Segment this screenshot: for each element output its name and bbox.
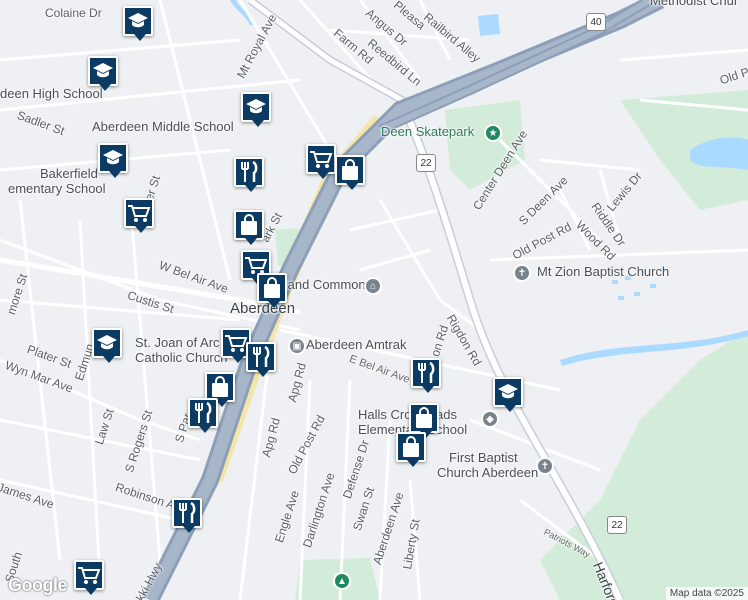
school-marker[interactable]: [493, 377, 525, 413]
park-tree-icon[interactable]: ▲: [333, 572, 351, 590]
restaurant-icon: [251, 346, 271, 368]
shopping-cart-icon: [224, 333, 248, 353]
interstate-40-shield: 40: [586, 13, 606, 31]
shopping-bag-icon: [340, 159, 360, 181]
shopping-bag-marker[interactable]: [257, 273, 289, 309]
shopping-cart-icon: [127, 203, 151, 223]
place-st-joan-label-2: Catholic Church: [135, 350, 228, 365]
place-first-baptist-label-2: Church Aberdeen: [437, 465, 539, 480]
school-icon: [102, 148, 124, 168]
restaurant-marker[interactable]: [188, 398, 220, 434]
school-icon: [245, 97, 267, 117]
train-station-icon[interactable]: ▣: [288, 337, 306, 355]
place-aberdeen-amtrak: Aberdeen Amtrak: [306, 337, 407, 352]
school-marker[interactable]: [241, 92, 273, 128]
place-first-baptist-label-1: First Baptist: [449, 450, 518, 465]
shopping-bag-icon: [262, 277, 282, 299]
church-icon-first-baptist[interactable]: ✝: [536, 457, 554, 475]
street-colaine-dr: Colaine Dr: [45, 6, 102, 20]
place-mt-zion-baptist-church: Mt Zion Baptist Church: [537, 264, 670, 279]
church-icon[interactable]: ✝: [513, 264, 531, 282]
shopping-cart-marker[interactable]: [306, 144, 338, 180]
restaurant-marker[interactable]: [234, 157, 266, 193]
restaurant-marker[interactable]: [246, 342, 278, 378]
shopping-bag-marker[interactable]: [335, 155, 367, 191]
school-icon: [127, 11, 149, 31]
restaurant-icon: [416, 362, 436, 384]
place-halls-label-1: Halls Crossroads: [358, 407, 457, 422]
route-22-shield: 22: [416, 154, 436, 172]
place-deen-skatepark: Deen Skatepark: [381, 124, 475, 139]
school-marker[interactable]: [123, 6, 155, 42]
shopping-cart-icon: [244, 255, 268, 275]
restaurant-icon: [193, 402, 213, 424]
school-marker[interactable]: [98, 143, 130, 179]
place-methodist-church: Methodist Chur: [650, 0, 739, 8]
shopping-bag-icon: [239, 214, 259, 236]
place-st-joan-label-1: St. Joan of Arc: [135, 335, 220, 350]
shopping-bag-icon: [414, 407, 434, 429]
shopping-bag-marker[interactable]: [396, 432, 428, 468]
shopping-bag-icon: [210, 376, 230, 398]
school-icon: [92, 61, 114, 81]
restaurant-icon: [177, 502, 197, 524]
shopping-cart-icon: [309, 149, 333, 169]
google-logo: Google: [8, 575, 68, 595]
map-canvas[interactable]: 40 22 22 Colaine Dr Mt Royal Ave Angus D…: [0, 0, 748, 600]
school-marker[interactable]: [88, 56, 120, 92]
school-marker[interactable]: [92, 328, 124, 364]
place-aberdeen-middle-school: Aberdeen Middle School: [92, 119, 234, 134]
place-bakerfield-label-1: Bakerfield: [40, 166, 98, 181]
skatepark-icon[interactable]: ★: [484, 124, 502, 142]
restaurant-marker[interactable]: [172, 498, 204, 534]
shopping-cart-marker[interactable]: [74, 560, 106, 596]
shopping-cart-marker[interactable]: [124, 198, 156, 234]
route-22-shield-south: 22: [607, 516, 627, 534]
museum-icon[interactable]: ⌂: [364, 277, 382, 295]
restaurant-icon: [239, 161, 259, 183]
shopping-cart-icon: [77, 565, 101, 585]
restaurant-marker[interactable]: [411, 358, 443, 394]
map-attribution: Map data ©2025: [665, 587, 748, 600]
shopping-bag-icon: [401, 436, 421, 458]
shopping-bag-marker[interactable]: [234, 210, 266, 246]
place-bakerfield-label-2: ementary School: [8, 181, 106, 196]
school-icon: [497, 382, 519, 402]
school-icon: [96, 333, 118, 353]
